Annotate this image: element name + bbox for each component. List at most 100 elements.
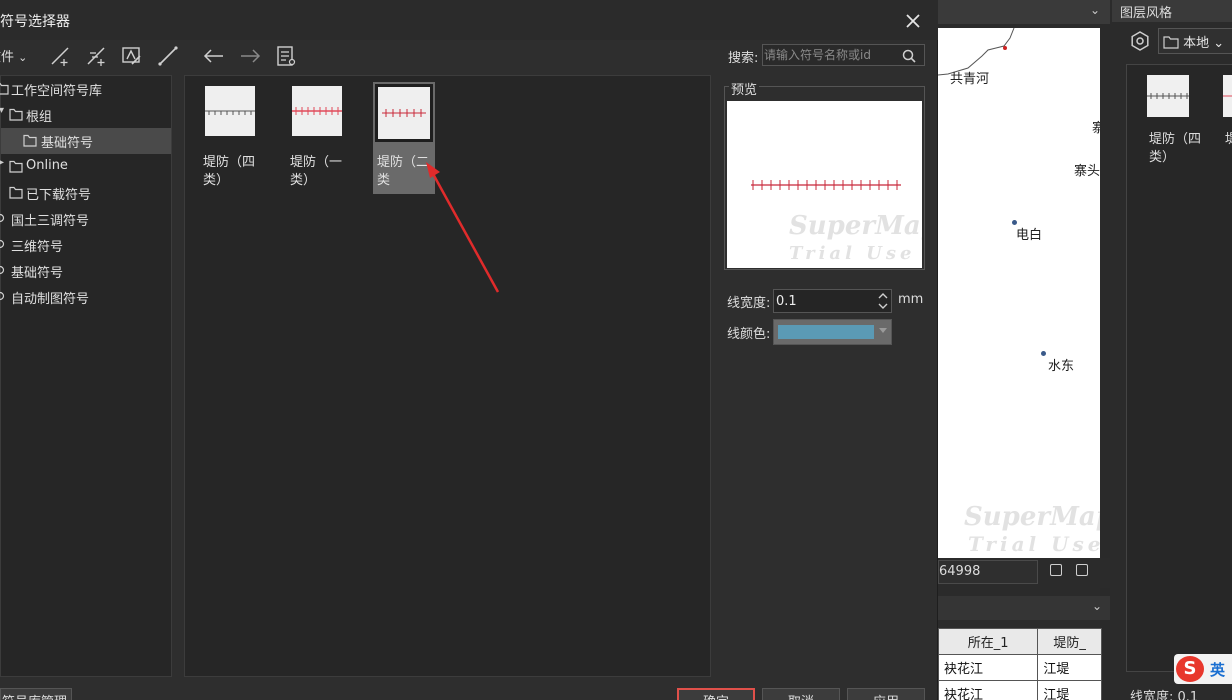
map-watermark: Trial Use — [968, 532, 1100, 556]
style-line-width: 线宽度: 0.1 — [1130, 686, 1198, 700]
line-width-spinner — [773, 289, 892, 313]
paste-icon[interactable] — [1076, 564, 1088, 576]
tree-item-basic-online[interactable]: 基础符号 — [0, 258, 171, 284]
search-label: 搜索: — [728, 51, 759, 66]
symbol-item-selected[interactable]: 堤防（二类 — [373, 82, 435, 194]
tree-item-workspace-library[interactable]: 工作空间符号库 — [0, 76, 171, 102]
style-line-width-value[interactable]: 0.1 — [1178, 690, 1199, 700]
cloud-icon — [0, 239, 5, 249]
tree-item-label: 国土三调符号 — [11, 214, 90, 229]
column-header[interactable]: 堤防_ — [1037, 628, 1102, 655]
folder-icon — [1163, 36, 1179, 49]
close-icon[interactable] — [902, 10, 924, 32]
style-source-value: 本地 — [1183, 36, 1210, 51]
apply-button[interactable]: 应用 — [847, 688, 925, 700]
map-label: 电白 — [1016, 228, 1043, 243]
map-label: 寨头 — [1074, 164, 1100, 179]
preview-canvas: SuperMap Trial Use — [727, 101, 922, 268]
tree-item-online[interactable]: ▸ Online — [0, 154, 171, 180]
column-header[interactable]: 所在_1 — [937, 628, 1039, 655]
search-input[interactable] — [764, 46, 900, 64]
map-window-topbar: ⌄ — [938, 0, 1110, 24]
chevron-down-icon: ⌄ — [1213, 36, 1225, 51]
tree-item-root-group[interactable]: ▾ 根组 — [0, 102, 171, 128]
ime-logo-icon: S — [1176, 656, 1204, 682]
tree-item-label: 工作空间符号库 — [11, 84, 103, 99]
tree-item-label: Online — [26, 158, 68, 173]
attribute-table: 所在_1 堤防_ 袂花江 江堤 袂花江 江堤 — [937, 628, 1102, 700]
dialog-toolbar: 文件 ⌄ — [0, 40, 938, 72]
cancel-button[interactable]: 取消 — [762, 688, 840, 700]
map-watermark: SuperMap — [964, 502, 1100, 532]
table-cell[interactable]: 袂花江 — [937, 680, 1039, 700]
folder-icon — [9, 160, 23, 173]
tree-item-label: 根组 — [26, 110, 53, 125]
tree-item-land-survey[interactable]: 国土三调符号 — [0, 206, 171, 232]
line-color-picker[interactable] — [773, 319, 892, 345]
tree-item-downloaded[interactable]: 已下载符号 — [1, 180, 171, 206]
map-view[interactable]: 共青河 寨 寨头 电白 水东 SuperMap Trial Use — [938, 28, 1100, 558]
symbol-thumbnail[interactable] — [1223, 75, 1232, 117]
map-label: 共青河 — [950, 72, 990, 87]
levee-symbol-icon — [1147, 93, 1189, 99]
tree-item-3d-symbols[interactable]: 三维符号 — [0, 232, 171, 258]
symbol-properties-icon[interactable] — [274, 44, 298, 68]
table-row[interactable]: 袂花江 江堤 — [937, 654, 1102, 681]
edit-symbol-icon[interactable] — [120, 44, 144, 68]
folder-icon — [9, 186, 23, 199]
table-row[interactable]: 袂花江 江堤 — [937, 680, 1102, 700]
expand-arrow-icon[interactable]: ▾ — [0, 105, 4, 116]
table-cell[interactable]: 袂花江 — [937, 654, 1039, 681]
spinner-arrows-icon[interactable] — [877, 291, 889, 311]
symbol-selector-dialog: 符号选择器 文件 ⌄ — [0, 0, 938, 700]
chevron-down-icon[interactable]: ⌄ — [1090, 3, 1100, 17]
arrow-left-icon[interactable] — [202, 44, 226, 68]
file-menu-label: 文件 — [0, 50, 15, 65]
line-width-input[interactable] — [776, 292, 872, 310]
symbol-thumbnail — [292, 86, 342, 136]
table-cell[interactable]: 江堤 — [1037, 654, 1102, 681]
levee-symbol-icon — [1223, 95, 1232, 97]
tree-item-label: 自动制图符号 — [11, 292, 90, 307]
tree-item-label: 已下载符号 — [26, 188, 92, 203]
search-box — [762, 44, 925, 66]
map-road-line — [938, 28, 1015, 76]
table-cell[interactable]: 江堤 — [1037, 680, 1102, 700]
arrow-right-icon[interactable] — [238, 44, 262, 68]
line-color-swatch — [778, 325, 874, 339]
copy-icon[interactable] — [1050, 564, 1062, 576]
style-source-dropdown[interactable]: 本地 ⌄ — [1158, 28, 1232, 54]
new-symbol-from-existing-icon[interactable] — [84, 44, 108, 68]
folder-icon — [0, 82, 9, 95]
caret-down-icon — [879, 328, 887, 333]
chevron-down-icon[interactable]: ⌄ — [1092, 599, 1102, 613]
tree-item-auto-mapping[interactable]: 自动制图符号 — [0, 284, 171, 310]
ime-indicator[interactable]: S 英 — [1174, 654, 1232, 684]
line-width-unit: mm — [898, 292, 924, 307]
tree-item-basic-symbols[interactable]: 基础符号 — [1, 128, 171, 154]
preview-watermark: Trial Use — [789, 243, 916, 264]
search-icon[interactable] — [901, 48, 917, 64]
symbol-label: 堤防（一类） — [290, 155, 343, 188]
line-symbol-icon[interactable] — [156, 44, 180, 68]
symbol-item[interactable]: 堤防（一类） — [290, 82, 352, 194]
style-symbol-list[interactable]: 堤防（四类） 堤 — [1126, 64, 1232, 672]
new-symbol-icon[interactable] — [48, 44, 72, 68]
ok-button[interactable]: 确定 — [677, 688, 755, 700]
line-width-label: 线宽度: — [727, 296, 771, 311]
file-menu[interactable]: 文件 ⌄ — [0, 46, 27, 65]
table-header-row: 所在_1 堤防_ — [937, 628, 1102, 655]
line-color-label: 线颜色: — [727, 327, 771, 342]
symbol-grid[interactable]: 堤防（四类） 堤防（一类） 堤防（二类 — [184, 75, 711, 677]
folder-icon — [23, 134, 37, 147]
symbol-thumbnail[interactable] — [1147, 75, 1189, 117]
symbol-item[interactable]: 堤防（四类） — [203, 82, 265, 194]
symbol-library-tree[interactable]: 工作空间符号库 ▾ 根组 基础符号 ▸ Online 已下载符号 国土三调符号 … — [0, 75, 172, 677]
folder-icon — [9, 108, 23, 121]
gear-icon[interactable] — [1130, 31, 1150, 51]
layer-style-panel: 图层风格 本地 ⌄ 堤防（四类） 堤 线宽度: 0.1 S 英 — [1112, 0, 1232, 700]
expand-arrow-icon[interactable]: ▸ — [0, 157, 4, 168]
symbol-thumbnail — [205, 86, 255, 136]
symbol-library-manage-button[interactable]: 符号库管理 — [0, 688, 72, 700]
coordinate-field[interactable]: 64998 — [938, 560, 1038, 584]
